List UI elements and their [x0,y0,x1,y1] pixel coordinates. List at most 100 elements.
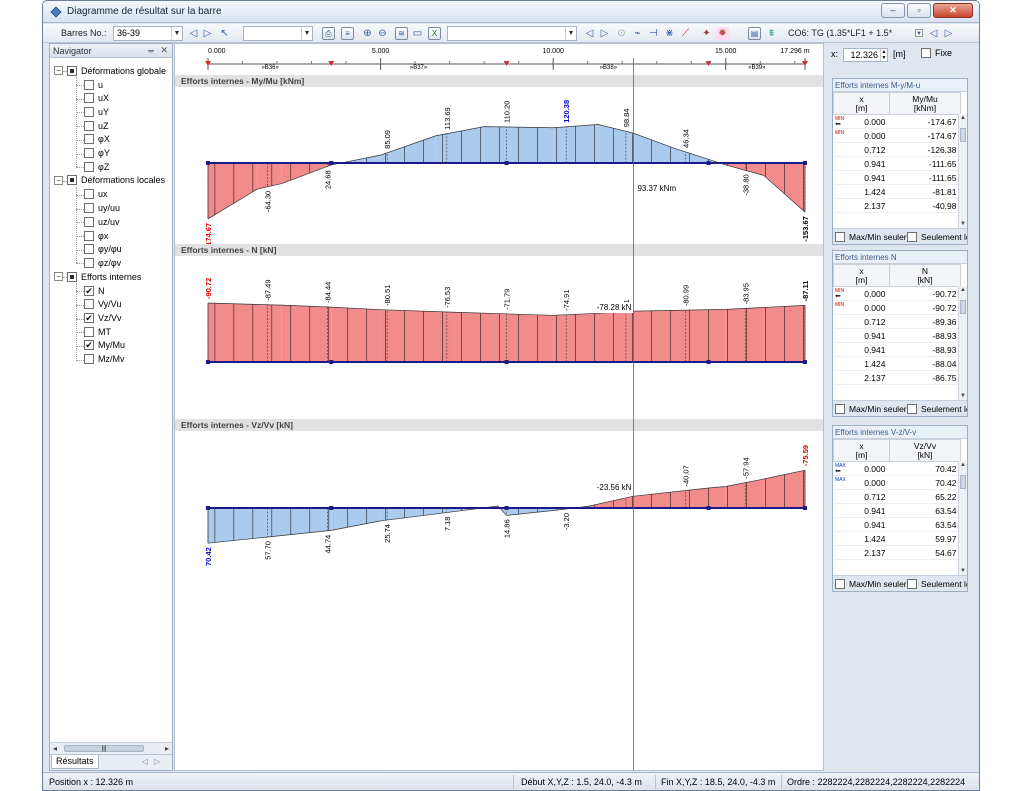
tree-item[interactable]: uZ [84,119,109,132]
scroll-up-icon[interactable]: ▲ [960,462,966,468]
diagram-area[interactable]: 0.000 5.000 10.000 15.000 17.296 m »B36» »B37»… [174,43,824,771]
scroll-right-icon[interactable]: ▸ [165,744,169,753]
print-icon[interactable]: ⎙ [322,27,335,40]
tree-item[interactable]: Mz/Mv [84,353,125,366]
tab-results[interactable]: Résultats [51,755,99,769]
item-checkbox[interactable] [84,230,94,241]
smooth-icon[interactable]: ⌁ [631,27,644,40]
excel-icon[interactable]: X [428,27,441,40]
tree-item[interactable]: MT [84,325,111,338]
connect-icon[interactable]: ⊣ [647,27,660,40]
item-checkbox[interactable]: ✔ [84,340,94,351]
item-checkbox[interactable] [84,120,94,131]
only-checkbox[interactable] [907,404,917,414]
tree-item[interactable]: φx [84,229,108,242]
load-combination[interactable]: CO6: TG (1.35*LF1 + 1.5* [788,28,918,38]
tree-item[interactable]: φZ [84,160,109,173]
tree-item[interactable]: uz/uv [84,215,120,228]
table-row[interactable]: 0.000 -174.67 [833,114,961,129]
table-row[interactable]: 0.941 -88.93 [833,342,961,357]
values-icon[interactable]: ⩩ [765,27,778,40]
chevron-down-icon[interactable]: ▼ [915,29,923,37]
scroll-down-icon[interactable]: ▼ [960,568,966,574]
result-diagram[interactable]: 0.000 5.000 10.000 15.000 17.296 m »B36» »B37»… [175,44,824,771]
tab-arrows-icon[interactable]: ◁▷ [142,757,166,766]
table-row[interactable]: 0.941 -111.65 [833,156,961,171]
table-row[interactable]: 1.424 -88.04 [833,356,961,371]
table-row[interactable]: 0.712 -89.36 [833,314,961,329]
vertical-scrollbar[interactable]: ▲ ▼ [958,286,967,400]
scroll-thumb[interactable] [960,475,966,489]
item-checkbox[interactable] [84,106,94,117]
tree-item[interactable]: Vy/Vu [84,298,121,311]
table-row[interactable]: 0.712 65.22 [833,489,961,504]
tree-group[interactable]: Déformations locales [67,174,165,187]
maxmin-option[interactable]: Max/Min seuler [835,232,907,242]
pin-icon[interactable]: ᚚ [148,45,154,56]
table-row[interactable]: 0.000 -90.72 [833,300,961,315]
table-row[interactable]: 0.000 -90.72 [833,286,961,301]
maxmin-option[interactable]: Max/Min seuler [835,404,907,414]
tree-group[interactable]: Efforts internes [67,270,141,283]
maxmin-checkbox[interactable] [835,232,845,242]
members-combo[interactable]: 36-39 ▼ [113,26,183,41]
filter-combo[interactable]: ▼ [243,26,313,41]
only-checkbox[interactable] [907,232,917,242]
table-row[interactable]: 0.000 -174.67 [833,128,961,143]
collapse-icon[interactable]: − [54,272,63,282]
group-checkbox[interactable] [67,65,77,76]
zoom-in-icon[interactable]: ⊕ [361,27,374,40]
results-table[interactable]: x [m] Vz/Vv [kN] 0.000 70.42 0.000 70.42 0.712… [833,439,967,575]
vertical-scrollbar[interactable]: ▲ ▼ [958,114,967,228]
only-option[interactable]: Seulement le [907,232,967,242]
item-checkbox[interactable] [84,134,94,145]
item-checkbox[interactable] [84,93,94,104]
prev-combo-icon[interactable]: ◁ [927,27,940,40]
scroll-down-icon[interactable]: ▼ [960,393,966,399]
eye-icon[interactable]: ⊙ [615,27,628,40]
horizontal-scrollbar[interactable]: ◂ ||| ▸ [50,742,172,754]
tree-group[interactable]: Déformations globale [67,64,166,77]
tree-item[interactable]: uX [84,92,109,105]
table-row[interactable]: 0.941 -111.65 [833,170,961,185]
fix-checkbox[interactable] [921,48,931,58]
only-option[interactable]: Seulement le [907,404,967,414]
group-checkbox[interactable] [67,175,77,186]
tree-item[interactable]: uY [84,105,109,118]
tree-item[interactable]: φY [84,147,110,160]
arrow-right-icon[interactable]: ▷ [201,27,214,40]
tree-item[interactable]: uy/uu [84,202,120,215]
result-combo[interactable]: ▼ [447,26,577,41]
results-table[interactable]: x [m] My/Mu [kNm] 0.000 -174.67 0.000 -174.67… [833,92,967,228]
tree-item[interactable]: φz/φv [84,256,121,269]
scroll-up-icon[interactable]: ▲ [960,115,966,121]
item-checkbox[interactable] [84,203,94,214]
table-row[interactable]: 2.137 -86.75 [833,370,961,385]
item-checkbox[interactable] [84,189,94,200]
zoom-out-icon[interactable]: ⊖ [376,27,389,40]
item-checkbox[interactable] [84,148,94,158]
item-checkbox[interactable]: ✔ [84,285,94,296]
table-row[interactable]: 1.424 59.97 [833,531,961,546]
item-checkbox[interactable] [84,299,94,310]
tree-item[interactable]: φX [84,133,110,146]
vertical-scrollbar[interactable]: ▲ ▼ [958,461,967,575]
table-row[interactable]: 0.941 63.54 [833,503,961,518]
item-checkbox[interactable]: ✔ [84,313,94,323]
diagram-icon[interactable]: ≡ [341,27,354,40]
tree-item[interactable]: ✔ N [84,284,105,297]
item-checkbox[interactable] [84,326,94,337]
maxmin-option[interactable]: Max/Min seuler [835,579,907,589]
scroll-thumb[interactable]: ||| [64,745,144,752]
next-icon[interactable]: ▷ [598,27,611,40]
prev-icon[interactable]: ◁ [583,27,596,40]
select-member-icon[interactable]: ↖ [218,27,231,40]
only-checkbox[interactable] [907,579,917,589]
item-checkbox[interactable] [84,354,94,365]
table-row[interactable]: 0.000 70.42 [833,475,961,490]
view-icon[interactable]: ≋ [395,27,408,40]
x-position-input[interactable]: 12.326 ▲ ▼ [843,48,888,62]
arrow-left-icon[interactable]: ◁ [187,27,200,40]
collapse-icon[interactable]: − [54,66,63,75]
item-checkbox[interactable] [84,257,94,268]
